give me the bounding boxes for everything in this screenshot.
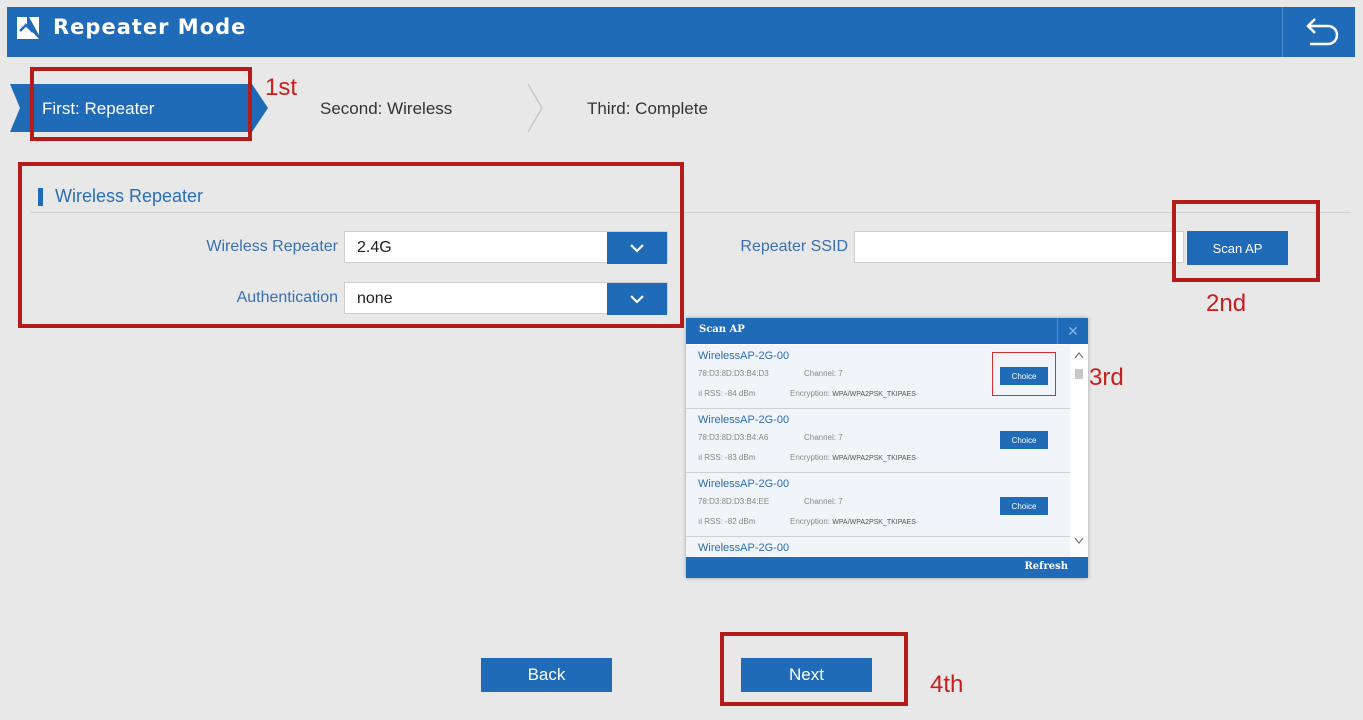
list-item: WirelessAP-2G-00 78:D3:8D:D3:B4:EE Chann…: [686, 473, 1070, 537]
step-second-wireless[interactable]: Second: Wireless: [320, 99, 452, 119]
ap-ssid: WirelessAP-2G-00: [698, 350, 790, 362]
ap-channel: Channel: 7: [804, 497, 843, 506]
dialog-footer: Refresh: [686, 557, 1088, 578]
annotation-3rd: 3rd: [1089, 364, 1124, 391]
repeater-ssid-input[interactable]: [854, 231, 1184, 263]
signal-icon: ıl: [698, 453, 702, 462]
repeater-ssid-label: Repeater SSID: [740, 238, 848, 255]
annotation-box-1st: [30, 67, 252, 141]
annotation-box-2nd: [1172, 200, 1320, 282]
ap-rss: ıl RSS: -83 dBm: [698, 453, 756, 462]
repeater-logo-icon: [14, 14, 42, 42]
annotation-box-4th: [720, 632, 908, 706]
annotation-2nd: 2nd: [1206, 290, 1247, 317]
ap-mac: 78:D3:8D:D3:B4:D3: [698, 369, 769, 378]
list-item: WirelessAP-2G-00: [686, 537, 1070, 557]
choice-button[interactable]: Choice: [1000, 431, 1048, 449]
scrollbar[interactable]: [1072, 345, 1086, 557]
return-icon: [1305, 18, 1338, 46]
dialog-title: Scan AP: [699, 324, 745, 335]
ap-rss: ıl RSS: -84 dBm: [698, 389, 756, 398]
ap-channel: Channel: 7: [804, 433, 843, 442]
ap-mac: 78:D3:8D:D3:B4:A6: [698, 433, 769, 442]
ap-rss: ıl RSS: -82 dBm: [698, 517, 756, 526]
back-button[interactable]: Back: [481, 658, 612, 692]
list-item: WirelessAP-2G-00 78:D3:8D:D3:B4:A6 Chann…: [686, 409, 1070, 473]
annotation-1st: 1st: [265, 74, 298, 101]
refresh-button[interactable]: Refresh: [1024, 561, 1068, 572]
close-icon[interactable]: ✕: [1057, 318, 1088, 344]
ap-ssid: WirelessAP-2G-00: [698, 542, 790, 554]
signal-icon: ıl: [698, 389, 702, 398]
ap-encryption: Encryption: WPA/WPA2PSK_TKIPAES: [790, 453, 916, 462]
ap-encryption: Encryption: WPA/WPA2PSK_TKIPAES: [790, 517, 916, 526]
signal-icon: ıl: [698, 517, 702, 526]
ap-encryption: Encryption: WPA/WPA2PSK_TKIPAES: [790, 389, 916, 398]
dialog-header: Scan AP ✕: [686, 318, 1088, 344]
annotation-box-3rd: [992, 352, 1056, 396]
ap-ssid: WirelessAP-2G-00: [698, 414, 790, 426]
ap-mac: 78:D3:8D:D3:B4:EE: [698, 497, 770, 506]
ap-ssid: WirelessAP-2G-00: [698, 478, 790, 490]
page-title: Repeater Mode: [53, 15, 247, 39]
back-arrow-button[interactable]: [1282, 7, 1356, 57]
choice-button[interactable]: Choice: [1000, 497, 1048, 515]
annotation-box-section: [18, 162, 684, 328]
ap-channel: Channel: 7: [804, 369, 843, 378]
annotation-4th: 4th: [930, 671, 964, 698]
step-third-complete[interactable]: Third: Complete: [587, 99, 708, 119]
